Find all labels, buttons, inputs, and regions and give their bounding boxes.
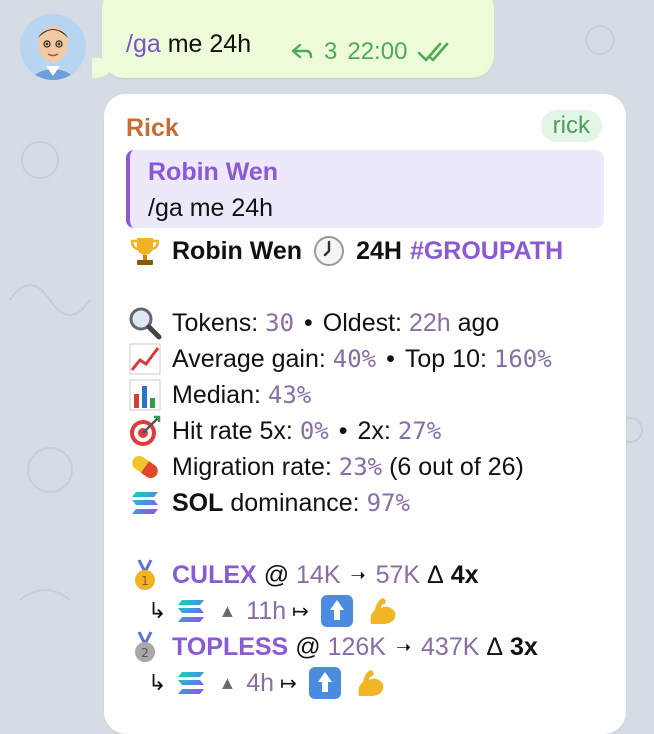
median-value: 43% xyxy=(267,381,312,409)
multiplier: 3x xyxy=(510,632,538,661)
gold-medal-icon: 1 xyxy=(135,559,155,590)
avg-gain-value: 40% xyxy=(332,345,377,373)
delta-glyph: Δ xyxy=(486,632,504,661)
token-age: 11h xyxy=(246,596,287,625)
dominance-value: 97% xyxy=(366,489,410,517)
mapsto-glyph: ↦ xyxy=(292,600,309,623)
separator-dot: • xyxy=(386,344,395,373)
clock-icon xyxy=(314,236,345,266)
up-glyph: ▲ xyxy=(218,672,237,693)
oldest-suffix: ago xyxy=(457,308,500,337)
up-button-icon[interactable] xyxy=(308,667,341,699)
message-time: 22:00 xyxy=(347,38,408,65)
solana-icon[interactable] xyxy=(174,594,208,628)
migration-label: Migration rate: xyxy=(172,452,332,481)
stat-migration: Migration rate: 23% (6 out of 26) xyxy=(128,450,524,484)
multiplier: 4x xyxy=(450,560,479,589)
top10-label: Top 10: xyxy=(404,344,487,373)
solana-icon xyxy=(132,492,158,514)
svg-text:1: 1 xyxy=(141,574,149,588)
separator-dot: • xyxy=(338,416,348,445)
reply-count[interactable]: 3 xyxy=(324,38,337,66)
reply-icon[interactable] xyxy=(290,42,314,62)
peak-mcap: 57K xyxy=(375,560,421,589)
hit2-label: 2x: xyxy=(357,416,391,445)
trophy-icon xyxy=(130,238,160,265)
bar-chart-icon xyxy=(129,379,161,411)
double-check-icon xyxy=(418,42,449,62)
outgoing-message[interactable]: /ga me 24h 3 22:00 xyxy=(92,0,494,78)
up-button-icon[interactable] xyxy=(320,595,353,627)
header-period: 24H xyxy=(356,236,402,265)
stat-median: Median: 43% xyxy=(128,378,311,412)
pick-row: 1 CULEX @ 14K ➝ 57K Δ 4x xyxy=(128,558,479,592)
header-name: Robin Wen xyxy=(172,236,303,265)
up-glyph: ▲ xyxy=(218,600,237,621)
delta-glyph: Δ xyxy=(427,560,444,589)
dominance-label: dominance: xyxy=(230,488,360,517)
token-link[interactable]: TOPLESS xyxy=(172,633,288,662)
dominance-chain: SOL xyxy=(172,488,224,517)
chart-up-icon xyxy=(129,343,161,375)
svg-text:2: 2 xyxy=(141,646,149,660)
magnifier-icon xyxy=(129,307,162,340)
at-sign: @ xyxy=(263,560,290,589)
migration-value: 23% xyxy=(338,453,383,481)
hashtag-link[interactable]: #GROUPATH xyxy=(410,237,563,266)
token-link[interactable]: CULEX xyxy=(172,561,257,590)
mapsto-glyph: ↦ xyxy=(280,672,297,695)
arrow-glyph: ➝ xyxy=(350,564,366,585)
user-avatar[interactable] xyxy=(20,14,86,80)
sender-name[interactable]: Rick xyxy=(126,114,179,143)
sender-tag: rick xyxy=(540,110,602,142)
tokens-value: 30 xyxy=(265,309,295,337)
outgoing-args: me 24h xyxy=(167,30,252,58)
entry-mcap: 126K xyxy=(327,632,386,661)
oldest-label: Oldest: xyxy=(322,308,402,337)
quote-text: /ga me 24h xyxy=(148,194,274,222)
hit5-value: 0% xyxy=(299,417,329,445)
command-link[interactable]: /ga xyxy=(126,30,161,58)
reply-quote[interactable]: Robin Wen /ga me 24h xyxy=(126,150,604,228)
median-label: Median: xyxy=(172,380,261,409)
peak-mcap: 437K xyxy=(421,632,480,661)
outgoing-text: /ga me 24h xyxy=(126,30,251,59)
stat-dominance: SOL dominance: 97% xyxy=(128,486,410,520)
stat-tokens: Tokens: 30 • Oldest: 22h ago xyxy=(128,306,499,340)
token-age: 4h xyxy=(246,668,275,697)
solana-icon[interactable] xyxy=(174,666,208,700)
stat-average-gain: Average gain: 40% • Top 10: 160% xyxy=(128,342,552,376)
tokens-label: Tokens: xyxy=(172,308,259,337)
oldest-value: 22h xyxy=(408,308,451,337)
target-icon xyxy=(130,415,161,446)
avg-gain-label: Average gain: xyxy=(172,344,326,373)
report-header: Robin Wen 24H #GROUPATH xyxy=(128,234,563,268)
message-meta: 3 22:00 xyxy=(290,38,453,66)
pick-detail-row: ↳ ▲ 11h ↦ xyxy=(148,594,409,628)
incoming-message[interactable]: Rick rick Robin Wen /ga me 24h Robin Wen… xyxy=(104,94,626,734)
hook-glyph: ↳ xyxy=(148,670,167,695)
separator-dot: • xyxy=(304,308,313,337)
flexed-biceps-icon xyxy=(358,670,384,696)
pick-detail-row: ↳ ▲ 4h ↦ xyxy=(148,666,397,700)
migration-detail: (6 out of 26) xyxy=(389,452,524,481)
stat-hit-rate: Hit rate 5x: 0% • 2x: 27% xyxy=(128,414,441,448)
silver-medal-icon: 2 xyxy=(135,631,155,662)
pill-icon xyxy=(132,455,158,479)
hit2-value: 27% xyxy=(397,417,442,445)
pick-row: 2 TOPLESS @ 126K ➝ 437K Δ 3x xyxy=(128,630,538,664)
top10-value: 160% xyxy=(493,345,552,373)
quote-author: Robin Wen xyxy=(148,158,279,186)
entry-mcap: 14K xyxy=(296,560,341,589)
flexed-biceps-icon xyxy=(370,598,396,624)
hit5-label: Hit rate 5x: xyxy=(172,416,293,445)
hook-glyph: ↳ xyxy=(148,598,167,623)
arrow-glyph: ➝ xyxy=(395,636,412,657)
at-sign: @ xyxy=(295,632,321,661)
